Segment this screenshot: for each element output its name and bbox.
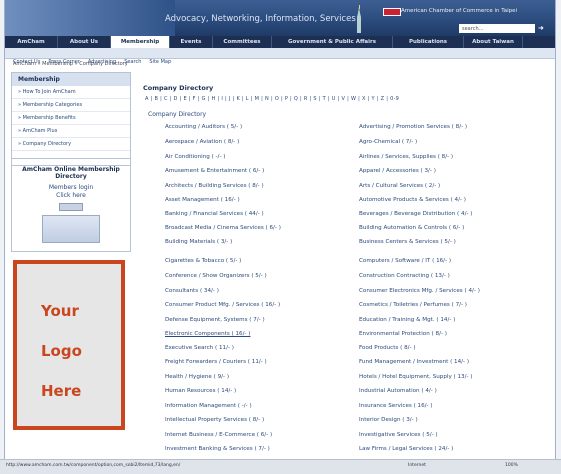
nav-tab-publications[interactable]: Publications — [393, 36, 464, 48]
online-directory-promo[interactable]: AmCham Online Membership Directory Membe… — [11, 158, 131, 252]
right-category-link[interactable]: Agro-Chemical ( 7/- ) — [359, 139, 417, 145]
right-category-link[interactable]: Environmental Protection ( 8/- ) — [359, 331, 447, 337]
right-category-link[interactable]: Investigative Services ( 5/- ) — [359, 432, 438, 438]
right-category-link[interactable]: Cosmetics / Toiletries / Perfumes ( 7/- … — [359, 302, 467, 308]
right-category-link[interactable]: Insurance Services ( 16/- ) — [359, 403, 433, 409]
left-category-link[interactable]: Consultants ( 34/- ) — [165, 288, 219, 294]
left-category-link[interactable]: Freight Forwarders / Couriers ( 11/- ) — [165, 359, 267, 365]
right-category-link[interactable]: Food Products ( 8/- ) — [359, 345, 416, 351]
page-title: Company Directory — [143, 84, 214, 92]
left-category-link[interactable]: Conference / Show Organizers ( 5/- ) — [165, 273, 267, 279]
right-category-link[interactable]: Interior Design ( 3/- ) — [359, 417, 418, 423]
amcham-logo-icon — [59, 203, 83, 211]
sidebar-list: How To Join AmChamMembership CategoriesM… — [12, 86, 130, 151]
sidebar-item-amcham-plus[interactable]: AmCham Plus — [12, 125, 130, 138]
promo-login-text[interactable]: Members login — [12, 184, 130, 192]
left-category-link[interactable]: Aerospace / Aviation ( 8/- ) — [165, 139, 239, 145]
right-category-link[interactable]: Arts / Cultural Services ( 2/- ) — [359, 183, 440, 189]
left-category-link[interactable]: Air Conditioning ( -/- ) — [165, 154, 225, 160]
breadcrumb: AmCham » Membership » Company Directory — [13, 61, 128, 67]
right-category-link[interactable]: Building Automation & Controls ( 6/- ) — [359, 225, 464, 231]
right-category-link[interactable]: Fund Management / Investment ( 14/- ) — [359, 359, 469, 365]
statue-of-liberty-icon — [357, 5, 361, 33]
browser-status-bar: http://www.amcham.com.tw/component/optio… — [0, 459, 561, 474]
left-category-link[interactable]: Cigarettes & Tobacco ( 5/- ) — [165, 258, 241, 264]
right-category-link[interactable]: Advertising / Promotion Services ( 8/- ) — [359, 124, 467, 130]
sidebar-item-membership-categories[interactable]: Membership Categories — [12, 99, 130, 112]
left-category-link[interactable]: Building Materials ( 3/- ) — [165, 239, 232, 245]
search-go-icon[interactable]: ➜ — [538, 24, 548, 33]
subnav-link-site-map[interactable]: Site Map — [149, 59, 171, 65]
search-input[interactable]: search... — [459, 24, 535, 33]
right-category-link[interactable]: Computers / Software / IT ( 16/- ) — [359, 258, 451, 264]
left-category-link[interactable]: Human Resources ( 14/- ) — [165, 388, 236, 394]
sub-nav: Contact Us Press Corner Advertising Search S… — [5, 48, 555, 65]
left-category-link[interactable]: Broadcast Media / Cinema Services ( 6/- … — [165, 225, 281, 231]
section-title: Company Directory — [148, 111, 207, 118]
placeholder-line-1: Your — [41, 302, 79, 320]
left-category-link[interactable]: Defense Equipment, Systems ( 7/- ) — [165, 317, 265, 323]
left-category-link[interactable]: Information Management ( -/- ) — [165, 403, 252, 409]
promo-title: AmCham Online Membership Directory — [22, 166, 120, 180]
left-category-link[interactable]: Banking / Financial Services ( 44/- ) — [165, 211, 264, 217]
org-name: American Chamber of Commerce in Taipei — [401, 8, 518, 14]
sidebar-item-how-to-join-amcham[interactable]: How To Join AmCham — [12, 86, 130, 99]
logo-placeholder: Your Logo Here — [13, 260, 125, 430]
main-nav: AmCham About Us Membership Events Committees… — [5, 36, 555, 48]
nav-tab-membership[interactable]: Membership — [111, 36, 170, 48]
left-category-link[interactable]: Amusement & Entertainment ( 6/- ) — [165, 168, 264, 174]
header-banner: Advocacy, Networking, Information, Servi… — [5, 0, 555, 36]
nav-tab-about-taiwan[interactable]: About Taiwan — [464, 36, 523, 48]
flag-icon — [383, 8, 401, 16]
left-category-link[interactable]: Consumer Product Mfg. / Services ( 16/- … — [165, 302, 280, 308]
right-category-link[interactable]: Construction Contracting ( 13/- ) — [359, 273, 450, 279]
left-category-link[interactable]: Accounting / Auditors ( 5/- ) — [165, 124, 242, 130]
right-category-link[interactable]: Automotive Products & Services ( 4/- ) — [359, 197, 466, 203]
left-category-link[interactable]: Architects / Building Services ( 8/- ) — [165, 183, 264, 189]
tagline: Advocacy, Networking, Information, Servi… — [165, 14, 356, 24]
left-category-link[interactable]: Asset Management ( 16/- ) — [165, 197, 240, 203]
nav-tab-events[interactable]: Events — [170, 36, 213, 48]
nav-tab-government-public-affairs[interactable]: Government & Public Affairs — [272, 36, 393, 48]
sidebar-item-membership-benefits[interactable]: Membership Benefits — [12, 112, 130, 125]
right-category-link[interactable]: Business Centers & Services ( 5/- ) — [359, 239, 456, 245]
nav-tab-amcham[interactable]: AmCham — [5, 36, 58, 48]
right-category-link[interactable]: Law Firms / Legal Services ( 24/- ) — [359, 446, 453, 452]
left-category-link[interactable]: Health / Hygiene ( 9/- ) — [165, 374, 229, 380]
right-category-link[interactable]: Beverages / Beverage Distribution ( 4/- … — [359, 211, 472, 217]
zoom-level[interactable]: 100% — [505, 463, 518, 468]
right-category-link[interactable]: Industrial Automation ( 4/- ) — [359, 388, 437, 394]
left-category-link[interactable]: Investment Banking & Services ( 7/- ) — [165, 446, 270, 452]
right-category-link[interactable]: Education / Training & Mgt. ( 14/- ) — [359, 317, 455, 323]
sidebar-item-company-directory[interactable]: Company Directory — [12, 138, 130, 151]
sidebar-title: Membership — [12, 73, 130, 86]
skyline-image — [5, 0, 175, 36]
left-category-link[interactable]: Executive Search ( 11/- ) — [165, 345, 234, 351]
status-url: http://www.amcham.com.tw/component/optio… — [6, 463, 181, 468]
right-category-link[interactable]: Hotels / Hotel Equipment, Supply ( 13/- … — [359, 374, 472, 380]
nav-tab-about-us[interactable]: About Us — [58, 36, 111, 48]
left-category-link[interactable]: Electronic Components ( 16/- ) — [165, 331, 250, 337]
sidebar-membership: Membership How To Join AmChamMembership … — [11, 72, 131, 166]
nav-tab-committees[interactable]: Committees — [213, 36, 272, 48]
left-category-link[interactable]: Internet Business / E-Commerce ( 6/- ) — [165, 432, 272, 438]
right-category-link[interactable]: Apparel / Accessories ( 3/- ) — [359, 168, 436, 174]
placeholder-line-3: Here — [41, 382, 82, 400]
status-zone: Internet — [408, 463, 426, 468]
alphabet-filter[interactable]: A | B | C | D | E | F | G | H | I | J | … — [145, 96, 399, 102]
promo-click-link[interactable]: Click here — [12, 192, 130, 200]
right-category-link[interactable]: Airlines / Services, Supplies ( 8/- ) — [359, 154, 453, 160]
directory-screenshot-image — [42, 215, 100, 243]
left-category-link[interactable]: Intellectual Property Services ( 8/- ) — [165, 417, 264, 423]
right-category-link[interactable]: Consumer Electronics Mfg. / Services ( 4… — [359, 288, 480, 294]
placeholder-line-2: Logo — [41, 342, 82, 360]
